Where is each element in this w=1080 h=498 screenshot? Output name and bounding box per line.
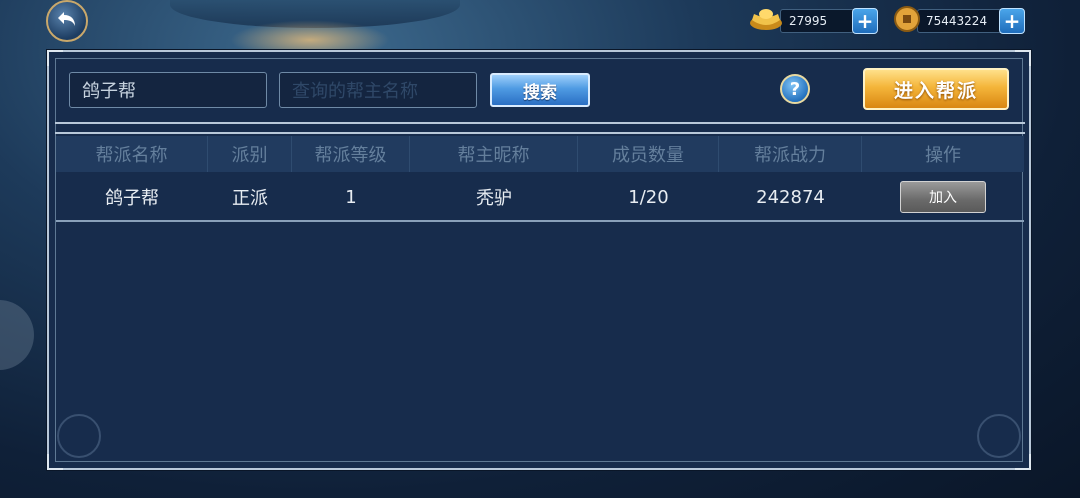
- coin-currency: 75443224 +: [893, 5, 1025, 37]
- copper-coin-icon: [893, 5, 921, 37]
- corner-ornament: [47, 50, 63, 66]
- add-coin-button[interactable]: +: [999, 8, 1025, 34]
- cell-action: 加入: [862, 174, 1024, 220]
- divider: [55, 122, 1025, 124]
- header-faction: 派别: [208, 136, 292, 172]
- side-handle[interactable]: [0, 300, 34, 370]
- ingot-currency: 27995 +: [748, 8, 878, 34]
- panel-inner-border: [55, 58, 1023, 462]
- header-guild-power: 帮派战力: [719, 136, 862, 172]
- table-header: 帮派名称 派别 帮派等级 帮主昵称 成员数量 帮派战力 操作: [56, 136, 1024, 172]
- help-icon[interactable]: ?: [780, 74, 810, 104]
- header-member-count: 成员数量: [578, 136, 719, 172]
- search-button[interactable]: 搜索: [490, 73, 590, 107]
- plus-icon: +: [1003, 9, 1021, 33]
- cell-guild-level: 1: [345, 186, 357, 208]
- corner-ornament: [47, 454, 63, 470]
- decorative-swirl: [977, 414, 1021, 458]
- cell-guild-name: 鸽子帮: [105, 188, 159, 209]
- corner-ornament: [1015, 454, 1031, 470]
- header-guild-name: 帮派名称: [56, 136, 208, 172]
- join-guild-button[interactable]: 加入: [900, 181, 986, 213]
- add-ingot-button[interactable]: +: [852, 8, 878, 34]
- leader-name-input[interactable]: 查询的帮主名称: [279, 72, 477, 108]
- cell-faction: 正派: [232, 188, 268, 209]
- header-action: 操作: [925, 145, 961, 166]
- decorative-swirl: [57, 414, 101, 458]
- ingot-amount: 27995: [780, 9, 860, 33]
- guild-list-panel: [47, 50, 1031, 470]
- coin-amount: 75443224: [917, 9, 1007, 33]
- corner-ornament: [1015, 50, 1031, 66]
- gold-ingot-icon: [748, 6, 784, 36]
- header-guild-level: 帮派等级: [292, 136, 410, 172]
- divider: [55, 132, 1025, 134]
- cell-leader-name: 秃驴: [476, 188, 512, 209]
- back-arrow-icon: [55, 7, 79, 35]
- cell-member-count: 1/20: [628, 186, 669, 208]
- back-button[interactable]: [46, 0, 88, 42]
- enter-guild-button[interactable]: 进入帮派: [863, 68, 1009, 110]
- cell-guild-power: 242874: [756, 186, 825, 208]
- table-row: 鸽子帮 正派 1 秃驴 1/20 242874 加入: [56, 174, 1024, 222]
- guild-name-input[interactable]: 鸽子帮: [69, 72, 267, 108]
- header-leader-name: 帮主昵称: [410, 136, 578, 172]
- plus-icon: +: [856, 9, 874, 33]
